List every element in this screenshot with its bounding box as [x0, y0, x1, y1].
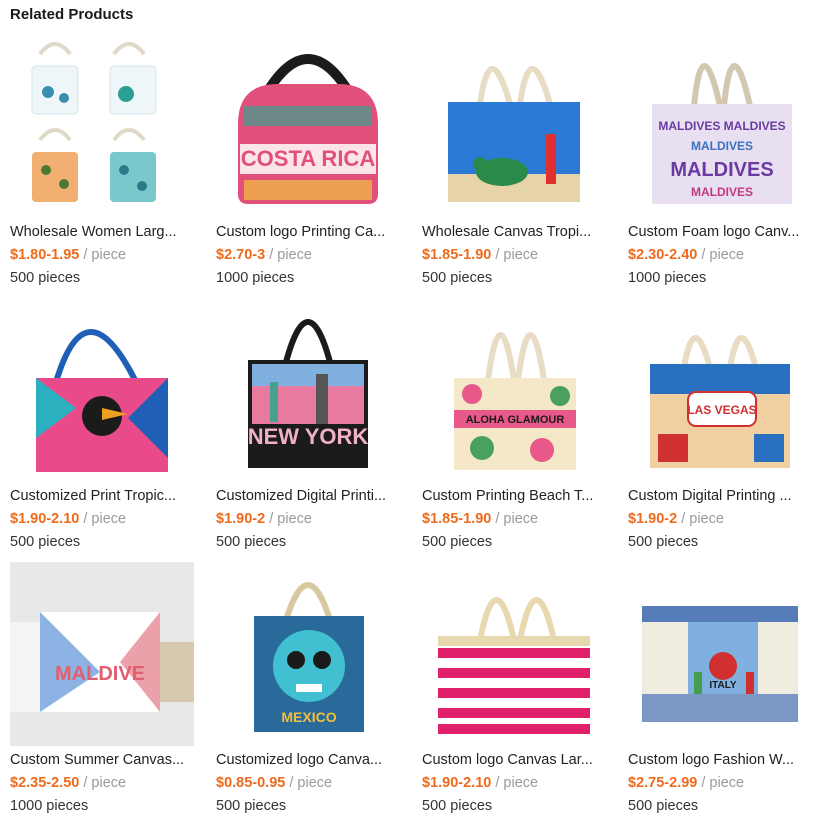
product-card[interactable]: MEXICO Customized logo Canva... $0.85-0.…	[216, 562, 406, 814]
price-unit: / piece	[495, 511, 539, 527]
product-title[interactable]: Wholesale Canvas Tropi...	[422, 224, 606, 240]
product-title[interactable]: Customized Digital Printi...	[216, 488, 400, 504]
product-card[interactable]: COSTA RICA Custom logo Printing Ca... $2…	[216, 34, 406, 286]
min-order-quantity: 500 pieces	[216, 534, 287, 550]
min-order-quantity: 500 pieces	[628, 534, 699, 550]
product-card[interactable]: ALOHA GLAMOUR Custom Printing Beach T...…	[422, 298, 612, 550]
svg-text:MALDIVES MALDIVES: MALDIVES MALDIVES	[658, 119, 785, 133]
product-image[interactable]: COSTA RICA	[216, 34, 400, 218]
product-title[interactable]: Wholesale Women Larg...	[10, 224, 194, 240]
price-row: $1.85-1.90 / piece	[422, 247, 538, 263]
product-title[interactable]: Custom logo Printing Ca...	[216, 224, 400, 240]
product-card[interactable]: Customized Print Tropic... $1.90-2.10 / …	[10, 298, 200, 550]
product-image[interactable]: MALDIVE	[10, 562, 194, 746]
related-products-section: Related Products Wholesale Women Larg...…	[0, 0, 824, 823]
product-price: $0.85-0.95	[216, 775, 286, 791]
svg-text:COSTA RICA: COSTA RICA	[241, 146, 376, 171]
price-unit: / piece	[83, 511, 127, 527]
product-image[interactable]: ITALY	[628, 562, 812, 746]
svg-text:ALOHA GLAMOUR: ALOHA GLAMOUR	[466, 414, 565, 426]
svg-text:ITALY: ITALY	[709, 680, 737, 691]
product-price: $1.90-2.10	[422, 775, 492, 791]
price-unit: / piece	[495, 775, 539, 791]
min-order-quantity: 500 pieces	[628, 798, 699, 814]
product-image[interactable]	[422, 34, 606, 218]
min-order-quantity: 500 pieces	[422, 534, 493, 550]
product-image[interactable]: MALDIVES MALDIVES MALDIVES MALDIVES MALD…	[628, 34, 812, 218]
product-title[interactable]: Custom Digital Printing ...	[628, 488, 812, 504]
product-card[interactable]: MALDIVES MALDIVES MALDIVES MALDIVES MALD…	[628, 34, 818, 286]
product-price: $1.80-1.95	[10, 247, 80, 263]
product-price: $1.90-2	[216, 511, 266, 527]
product-card[interactable]: LAS VEGAS Custom Digital Printing ... $1…	[628, 298, 818, 550]
product-title[interactable]: Custom Summer Canvas...	[10, 752, 194, 768]
product-card[interactable]: Wholesale Women Larg... $1.80-1.95 / pie…	[10, 34, 200, 286]
price-unit: / piece	[701, 247, 745, 263]
product-image[interactable]	[10, 34, 194, 218]
price-row: $1.90-2.10 / piece	[422, 775, 538, 791]
price-unit: / piece	[269, 511, 312, 527]
price-unit: / piece	[83, 775, 127, 791]
price-unit: / piece	[701, 775, 745, 791]
svg-text:MALDIVE: MALDIVE	[55, 663, 145, 685]
price-unit: / piece	[681, 511, 724, 527]
price-row: $1.90-2 / piece	[216, 511, 312, 527]
product-card[interactable]: Custom logo Canvas Lar... $1.90-2.10 / p…	[422, 562, 612, 814]
price-unit: / piece	[269, 247, 312, 263]
min-order-quantity: 1000 pieces	[628, 270, 707, 286]
price-unit: / piece	[289, 775, 333, 791]
product-image[interactable]: ALOHA GLAMOUR	[422, 298, 606, 482]
price-unit: / piece	[495, 247, 539, 263]
section-title: Related Products	[10, 6, 134, 23]
svg-text:MEXICO: MEXICO	[281, 709, 336, 725]
svg-text:MALDIVES: MALDIVES	[691, 139, 753, 153]
product-title[interactable]: Custom logo Fashion W...	[628, 752, 812, 768]
min-order-quantity: 1000 pieces	[10, 798, 89, 814]
min-order-quantity: 500 pieces	[10, 534, 81, 550]
product-image[interactable]: LAS VEGAS	[628, 298, 812, 482]
price-row: $1.85-1.90 / piece	[422, 511, 538, 527]
svg-text:MALDIVES: MALDIVES	[670, 159, 773, 181]
product-price: $2.30-2.40	[628, 247, 698, 263]
product-price: $1.90-2.10	[10, 511, 80, 527]
product-price: $2.35-2.50	[10, 775, 80, 791]
product-price: $2.75-2.99	[628, 775, 698, 791]
min-order-quantity: 500 pieces	[422, 798, 493, 814]
min-order-quantity: 1000 pieces	[216, 270, 295, 286]
min-order-quantity: 500 pieces	[422, 270, 493, 286]
product-title[interactable]: Custom logo Canvas Lar...	[422, 752, 606, 768]
product-card[interactable]: Wholesale Canvas Tropi... $1.85-1.90 / p…	[422, 34, 612, 286]
min-order-quantity: 500 pieces	[10, 270, 81, 286]
product-image[interactable]: NEW YORK	[216, 298, 400, 482]
price-row: $2.35-2.50 / piece	[10, 775, 126, 791]
product-price: $1.85-1.90	[422, 247, 492, 263]
product-title[interactable]: Customized Print Tropic...	[10, 488, 194, 504]
product-card[interactable]: ITALY Custom logo Fashion W... $2.75-2.9…	[628, 562, 818, 814]
price-unit: / piece	[83, 247, 127, 263]
product-price: $1.85-1.90	[422, 511, 492, 527]
price-row: $2.75-2.99 / piece	[628, 775, 744, 791]
product-title[interactable]: Custom Foam logo Canv...	[628, 224, 812, 240]
svg-text:LAS VEGAS: LAS VEGAS	[687, 403, 756, 417]
product-price: $1.90-2	[628, 511, 678, 527]
product-image[interactable]	[422, 562, 606, 746]
product-card[interactable]: MALDIVE Custom Summer Canvas... $2.35-2.…	[10, 562, 200, 814]
price-row: $2.30-2.40 / piece	[628, 247, 744, 263]
product-price: $2.70-3	[216, 247, 266, 263]
price-row: $1.80-1.95 / piece	[10, 247, 126, 263]
min-order-quantity: 500 pieces	[216, 798, 287, 814]
svg-text:MALDIVES: MALDIVES	[691, 185, 753, 199]
product-title[interactable]: Custom Printing Beach T...	[422, 488, 606, 504]
price-row: $1.90-2 / piece	[628, 511, 724, 527]
product-image[interactable]: MEXICO	[216, 562, 400, 746]
product-title[interactable]: Customized logo Canva...	[216, 752, 400, 768]
svg-text:NEW YORK: NEW YORK	[248, 424, 369, 449]
product-image[interactable]	[10, 298, 194, 482]
price-row: $0.85-0.95 / piece	[216, 775, 332, 791]
price-row: $1.90-2.10 / piece	[10, 511, 126, 527]
price-row: $2.70-3 / piece	[216, 247, 312, 263]
product-card[interactable]: NEW YORK Customized Digital Printi... $1…	[216, 298, 406, 550]
